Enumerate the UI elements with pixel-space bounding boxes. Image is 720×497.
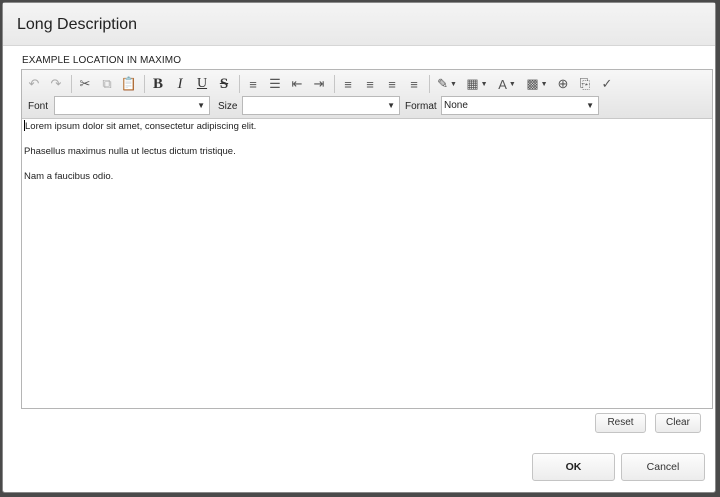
content-paragraph: Nam a faucibus odio. (24, 171, 114, 182)
align-right-icon: ≡ (366, 76, 374, 92)
font-color-icon: A (498, 76, 507, 92)
unordered-list-icon: ☰ (269, 76, 281, 91)
toolbar-separator (334, 75, 335, 93)
font-select[interactable]: ▼ (54, 96, 210, 115)
format-select-value: None (444, 100, 468, 111)
align-center-icon: ≡ (388, 76, 396, 92)
italic-icon: I (177, 75, 183, 92)
copy-icon: ⧉ (102, 76, 112, 91)
paste-special-button[interactable]: ⎘ (575, 74, 595, 94)
strikethrough-icon: S (219, 75, 229, 92)
toolbar-separator (429, 75, 430, 93)
undo-button[interactable]: ↶ (24, 74, 44, 94)
chevron-down-icon: ▼ (540, 80, 548, 88)
location-label: EXAMPLE LOCATION IN MAXIMO (22, 55, 182, 66)
cut-button[interactable]: ✂ (75, 74, 95, 94)
clear-button[interactable]: Clear (655, 413, 701, 433)
highlight-icon: ✎ (437, 76, 448, 91)
content-paragraph: Phasellus maximus nulla ut lectus dictum… (24, 146, 236, 157)
chevron-down-icon: ▼ (197, 101, 205, 110)
toolbar-separator (239, 75, 240, 93)
size-label: Size (218, 101, 238, 112)
reset-button[interactable]: Reset (595, 413, 646, 433)
cut-icon: ✂ (79, 76, 91, 91)
bold-icon: B (152, 75, 163, 92)
undo-icon: ↶ (28, 76, 40, 91)
background-color-icon: ▩ (526, 76, 539, 91)
table-button[interactable]: ▦ ▼ (463, 74, 491, 94)
paste-button[interactable]: 📋 (119, 74, 139, 94)
content-paragraph: Lorem ipsum dolor sit amet, consectetur … (24, 120, 257, 132)
toolbar-separator (71, 75, 72, 93)
font-label: Font (28, 101, 49, 112)
chevron-down-icon: ▼ (480, 80, 488, 88)
chevron-down-icon: ▼ (387, 101, 395, 110)
align-center-button[interactable]: ≡ (382, 74, 402, 94)
toolbar-separator (144, 75, 145, 93)
ordered-list-button[interactable]: ≡ (243, 74, 263, 94)
format-label: Format (405, 101, 437, 112)
align-justify-icon: ≡ (410, 76, 418, 92)
strikethrough-button[interactable]: S (214, 74, 234, 94)
spellcheck-icon: ✓ (601, 76, 613, 91)
toolbar-buttons: ↶ ↷ ✂ ⧉ 📋 B I U S ≡ ☰ ⇤ ⇥ ≡ ≡ ≡ ≡ ✎ ▼ ▦ ▼ A ▼ ▩ ▼ ⊕ ⎘ ✓ (24, 73, 619, 95)
spellcheck-button[interactable]: ✓ (597, 74, 617, 94)
dialog-titlebar[interactable]: Long Description (3, 3, 715, 46)
chevron-down-icon: ▼ (449, 80, 457, 88)
insert-button[interactable]: ⊕ (553, 74, 573, 94)
outdent-button[interactable]: ⇤ (287, 74, 307, 94)
cancel-button[interactable]: Cancel (621, 453, 705, 481)
insert-icon: ⊕ (557, 76, 569, 91)
editor-toolbar: ↶ ↷ ✂ ⧉ 📋 B I U S ≡ ☰ ⇤ ⇥ ≡ ≡ ≡ ≡ ✎ ▼ ▦ ▼ A ▼ ▩ ▼ ⊕ ⎘ ✓ Font ▼ Size… (22, 70, 712, 119)
dialog-title: Long Description (17, 16, 138, 33)
editor-content-area[interactable]: Lorem ipsum dolor sit amet, consectetur … (24, 120, 708, 404)
paste-icon: 📋 (120, 76, 138, 91)
outdent-icon: ⇤ (291, 76, 303, 91)
chevron-down-icon: ▼ (586, 101, 594, 110)
bold-button[interactable]: B (148, 74, 168, 94)
ok-button[interactable]: OK (532, 453, 615, 481)
indent-button[interactable]: ⇥ (309, 74, 329, 94)
background-color-button[interactable]: ▩ ▼ (523, 74, 551, 94)
highlight-button[interactable]: ✎ ▼ (433, 74, 461, 94)
paste-special-icon: ⎘ (579, 76, 591, 91)
redo-button[interactable]: ↷ (46, 74, 66, 94)
chevron-down-icon: ▼ (508, 80, 516, 88)
align-left-icon: ≡ (344, 76, 352, 92)
unordered-list-button[interactable]: ☰ (265, 74, 285, 94)
toolbar-selects: Font ▼ Size ▼ Format None ▼ (22, 95, 712, 117)
redo-icon: ↷ (50, 76, 62, 91)
align-right-button[interactable]: ≡ (360, 74, 380, 94)
font-color-button[interactable]: A ▼ (493, 74, 521, 94)
indent-icon: ⇥ (313, 76, 325, 91)
rich-text-editor: ↶ ↷ ✂ ⧉ 📋 B I U S ≡ ☰ ⇤ ⇥ ≡ ≡ ≡ ≡ ✎ ▼ ▦ ▼ A ▼ ▩ ▼ ⊕ ⎘ ✓ Font ▼ Size… (21, 69, 713, 409)
long-description-dialog: Long Description EXAMPLE LOCATION IN MAX… (2, 2, 716, 493)
ordered-list-icon: ≡ (249, 76, 257, 92)
underline-icon: U (196, 76, 208, 91)
copy-button[interactable]: ⧉ (97, 74, 117, 94)
format-select[interactable]: None ▼ (441, 96, 599, 115)
align-justify-button[interactable]: ≡ (404, 74, 424, 94)
table-icon: ▦ (466, 76, 479, 91)
size-select[interactable]: ▼ (242, 96, 400, 115)
italic-button[interactable]: I (170, 74, 190, 94)
underline-button[interactable]: U (192, 74, 212, 94)
align-left-button[interactable]: ≡ (338, 74, 358, 94)
